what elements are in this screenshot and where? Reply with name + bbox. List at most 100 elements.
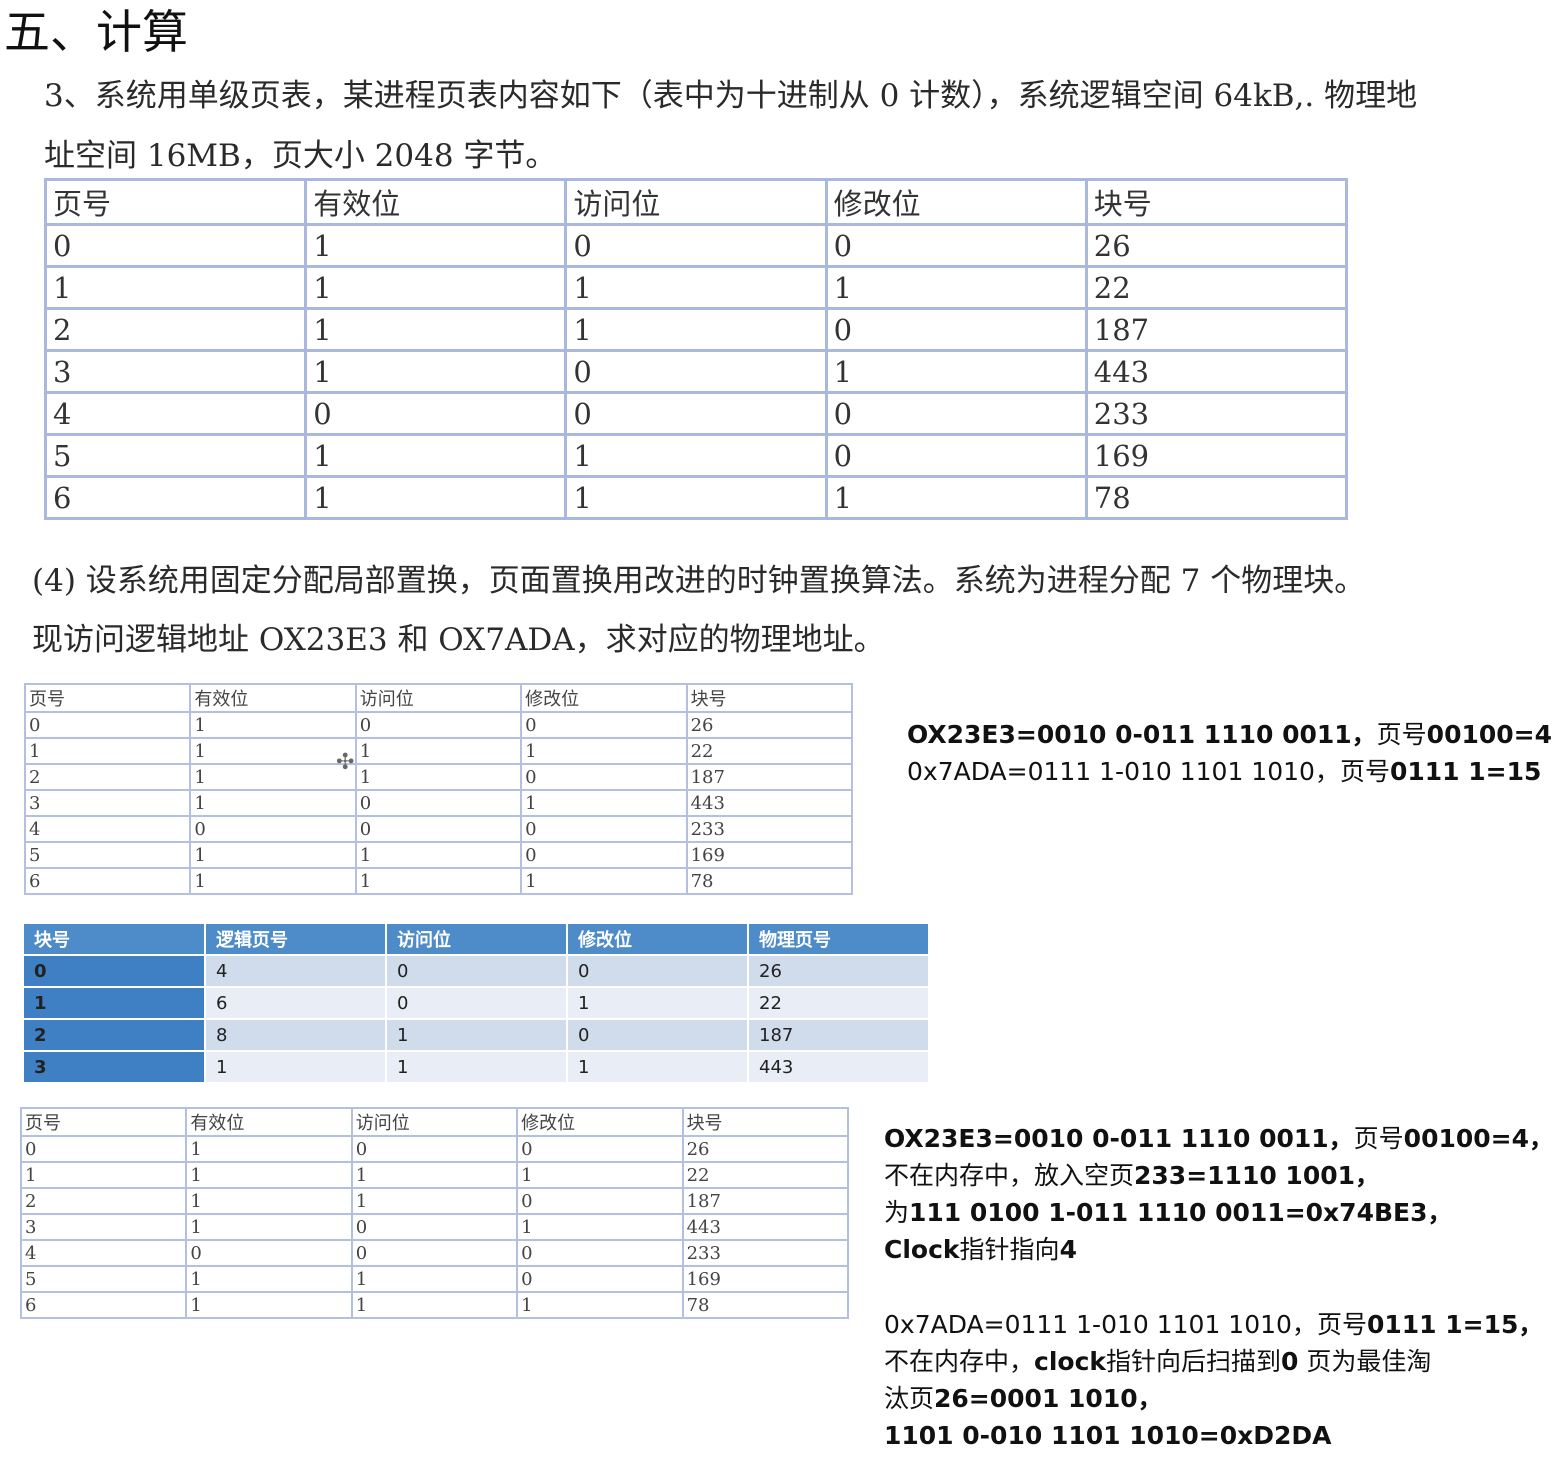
column-header: 修改位 [567, 924, 749, 956]
table-cell: 4 [19, 1239, 188, 1267]
column-header: 逻辑页号 [205, 924, 387, 956]
table-cell: 0 [520, 815, 688, 843]
table-cell: 26 [685, 711, 854, 739]
table-cell: 187 [685, 763, 854, 791]
column-header: 有效位 [189, 683, 357, 713]
table-cell: 233 [1084, 391, 1349, 436]
table-cell: 4 [205, 955, 387, 988]
note2-line1: OX23E3=0010 0-011 1110 0011，页号00100=4， [884, 1124, 1554, 1153]
table-cell: 4 [43, 391, 308, 436]
table-row: 1 1 1 1 22 [19, 1161, 850, 1189]
table-cell: 1 [564, 265, 828, 310]
table-cell: 22 [748, 987, 930, 1020]
table-cell: 78 [681, 1291, 850, 1319]
table-cell: 0 [520, 763, 688, 791]
table-cell: 1 [185, 1265, 353, 1293]
mouse-cursor-icon: ✣ [336, 750, 355, 775]
column-header: 块号 [24, 924, 206, 956]
table-cell: 2 [43, 307, 308, 352]
table-cell: 0 [564, 391, 828, 436]
table-cell: 1 [516, 1213, 684, 1241]
table-cell: 0 [564, 349, 828, 394]
column-header: 页号 [19, 1107, 188, 1137]
table-cell: 0 [43, 223, 308, 268]
table-cell: 1 [520, 789, 688, 817]
table-cell: 1 [304, 349, 568, 394]
table-row: 3 1 0 1 443 [43, 349, 1349, 394]
note2-line6: 不在内存中，clock指针向后扫描到0 页为最佳淘 [884, 1347, 1432, 1376]
table-cell: 0 [350, 1135, 519, 1163]
note1-line2: 0x7ADA=0111 1-010 1101 1010，页号0111 1=15 [907, 757, 1542, 786]
table-cell: 0 [24, 955, 206, 988]
note2-line8: 1101 0-010 1101 1010=0xD2DA [884, 1421, 1332, 1450]
table-row: 2 1 1 0 187 [43, 307, 1349, 352]
table-cell: 0 [516, 1239, 684, 1267]
table-cell: 6 [43, 475, 308, 520]
table-header-row: 块号 逻辑页号 访问位 修改位 物理页号 [24, 924, 930, 956]
table-cell: 0 [304, 391, 568, 436]
table-cell: 22 [681, 1161, 850, 1189]
table-cell: 0 [824, 433, 1088, 478]
table-cell: 0 [567, 1019, 749, 1052]
table-cell: 0 [354, 711, 523, 739]
table-cell: 0 [189, 815, 357, 843]
table-cell: 187 [681, 1187, 850, 1215]
table-cell: 0 [564, 223, 828, 268]
table-row: 4 0 0 0 233 [19, 1239, 850, 1267]
memory-frame-table: 块号 逻辑页号 访问位 修改位 物理页号 0 4 0 0 26 1 6 0 1 22 2 8 1 0 187 3 1 1 1 4… [24, 924, 930, 1084]
table-row: 3 1 0 1 443 [19, 1213, 850, 1241]
table-cell: 5 [19, 1265, 188, 1293]
table-cell: 26 [1084, 223, 1349, 268]
table-cell: 1 [516, 1291, 684, 1319]
column-header: 修改位 [516, 1107, 684, 1137]
note2-line3: 为111 0100 1-011 1110 0011=0x74BE3， [884, 1198, 1453, 1227]
table-row: 3 1 0 1 443 [23, 789, 854, 817]
table-row: 2 8 1 0 187 [24, 1019, 930, 1052]
address-note-1: OX23E3=0010 0-011 1110 0011，页号00100=4 0x… [907, 716, 1552, 790]
table-cell: 0 [520, 841, 688, 869]
table-cell: 1 [564, 475, 828, 520]
table-row: 6 1 1 1 78 [19, 1291, 850, 1319]
table-row: 3 1 1 1 443 [24, 1051, 930, 1084]
page-table-small-1: 页号 有效位 访问位 修改位 块号 0 1 0 0 26 1 1 1 1 22 2 1 1 0 187 3 1 0 1 443 4… [23, 683, 854, 895]
table-row: 1 1 1 1 22 [43, 265, 1349, 310]
table-cell: 0 [516, 1135, 684, 1163]
table-row: 5 1 1 0 169 [23, 841, 854, 869]
column-header: 块号 [681, 1107, 850, 1137]
table-cell: 1 [354, 841, 523, 869]
page-table-large: 页号 有效位 访问位 修改位 块号 0 1 0 0 26 1 1 1 1 22 2 1 1 0 187 3 1 0 1 443 4… [43, 178, 1349, 520]
table-cell: 1 [189, 867, 357, 895]
table-cell: 8 [205, 1019, 387, 1052]
table-header-row: 页号 有效位 访问位 修改位 块号 [43, 178, 1349, 226]
table-cell: 1 [386, 1051, 568, 1084]
table-row: 2 1 1 0 187 [23, 763, 854, 791]
table-cell: 22 [1084, 265, 1349, 310]
table-cell: 1 [19, 1161, 188, 1189]
question-text-line1: (4) 设系统用固定分配局部置换，页面置换用改进的时钟置换算法。系统为进程分配 … [32, 563, 1366, 599]
table-cell: 0 [516, 1187, 684, 1215]
table-cell: 2 [24, 1019, 206, 1052]
table-cell: 0 [23, 711, 192, 739]
table-cell: 1 [564, 433, 828, 478]
problem-text-line1: 3、系统用单级页表，某进程页表内容如下（表中为十进制从 0 计数），系统逻辑空间… [44, 78, 1418, 114]
table-cell: 0 [516, 1265, 684, 1293]
table-cell: 1 [23, 737, 192, 765]
table-cell: 3 [24, 1051, 206, 1084]
table-cell: 0 [824, 307, 1088, 352]
table-cell: 1 [189, 711, 357, 739]
column-header: 有效位 [185, 1107, 353, 1137]
table-cell: 26 [748, 955, 930, 988]
table-cell: 1 [386, 1019, 568, 1052]
table-row: 6 1 1 1 78 [43, 475, 1349, 520]
table-cell: 1 [24, 987, 206, 1020]
section-heading: 五、计算 [4, 5, 188, 59]
table-cell: 1 [304, 433, 568, 478]
question-text-line2: 现访问逻辑地址 OX23E3 和 OX7ADA，求对应的物理地址。 [32, 622, 885, 658]
table-cell: 1 [205, 1051, 387, 1084]
column-header: 访问位 [386, 924, 568, 956]
column-header: 修改位 [520, 683, 688, 713]
problem-text-line2: 址空间 16MB，页大小 2048 字节。 [44, 138, 557, 174]
table-cell: 5 [43, 433, 308, 478]
table-cell: 0 [567, 955, 749, 988]
table-row: 0 1 0 0 26 [43, 223, 1349, 268]
